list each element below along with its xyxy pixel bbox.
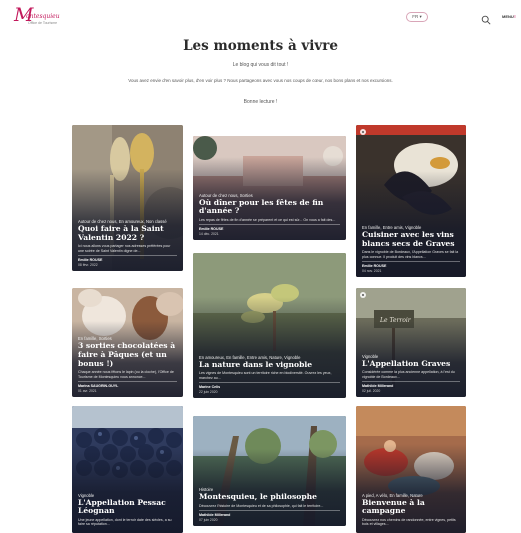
article-categories: En amoureux, En famille, Entre amis, Nat…	[199, 354, 301, 360]
article-categories: A pied, A vélo, En famille, Nature	[362, 492, 423, 498]
article-excerpt: Découvrez l'histoire de Montesquieu et d…	[199, 503, 324, 508]
article-card[interactable]: Histoire Montesquieu, le philosophe Déco…	[193, 416, 346, 526]
article-title[interactable]: L'Appellation Pessac Léognan	[78, 498, 177, 516]
article-date: 07 juin 2020	[199, 517, 218, 522]
site-logo[interactable]: M ontesquieu Office de Tourisme	[14, 4, 66, 29]
article-date: 14 déc. 2021	[199, 231, 219, 236]
intro-text: Vous avez envie d'en savoir plus, d'en v…	[128, 78, 393, 83]
menu-label: MENU	[502, 14, 514, 19]
language-selector[interactable]: FR ▾	[406, 12, 428, 22]
site-header: M ontesquieu Office de Tourisme FR ▾ MEN…	[0, 0, 521, 36]
menu-button[interactable]: MENU≡	[502, 12, 520, 22]
article-card[interactable]: Vignoble L'Appellation Pessac Léognan Un…	[72, 406, 183, 533]
article-categories: Vignoble	[78, 492, 95, 498]
article-excerpt: Dans le vignoble de Bordeaux, l'Appellat…	[362, 250, 459, 259]
article-excerpt: Les repas de fêtes de fin d'année se pré…	[199, 217, 336, 222]
article-title[interactable]: Où dîner pour les fêtes de fin d'année ?	[199, 198, 340, 216]
article-card[interactable]: Autour de chez nous, Sorties Où dîner po…	[193, 136, 346, 240]
article-card[interactable]: Le Terroir Vignoble L'Appellation Graves…	[356, 288, 466, 397]
article-title[interactable]: Bienvenue à la campagne	[362, 498, 460, 516]
article-title[interactable]: Montesquieu, le philosophe	[199, 493, 340, 502]
article-excerpt: Les vignes de Montesquieu sont un territ…	[199, 371, 332, 380]
greeting-text: Bonne lecture !	[243, 99, 278, 105]
article-title[interactable]: Cuisiner avec les vins blancs secs de Gr…	[362, 230, 460, 248]
article-card[interactable]: En amoureux, En famille, Entre amis, Nat…	[193, 253, 346, 398]
article-excerpt: Considérée comme la plus ancienne appell…	[362, 370, 455, 379]
article-title[interactable]: 3 sorties chocolatées à faire à Pâques (…	[78, 342, 177, 368]
article-categories: Autour de chez nous, Sorties	[199, 192, 253, 198]
article-excerpt: Découvrez nos chemins de randonnée, entr…	[362, 517, 456, 527]
article-title[interactable]: L'Appellation Graves	[362, 359, 460, 369]
article-excerpt: Chaque année nous fêtons le lapin (ou la…	[78, 370, 174, 379]
article-date: 02 juil. 2020	[362, 388, 381, 393]
article-excerpt: Ici nous allons vous partager nos adress…	[78, 244, 171, 253]
article-card[interactable]: A pied, A vélo, En famille, Nature Bienv…	[356, 406, 466, 533]
logo-name: ontesquieu	[26, 13, 60, 20]
article-title[interactable]: La nature dans le vignoble	[199, 360, 340, 370]
article-date: 22 juin 2020	[199, 389, 218, 394]
article-card[interactable]: Autour de chez nous, En amoureux, Non cl…	[72, 125, 183, 271]
article-excerpt: Une jeune appellation, dont le terroir d…	[78, 517, 172, 527]
article-card[interactable]: En famille, Sorties 3 sorties chocolatée…	[72, 288, 183, 397]
gallery-icon	[360, 292, 366, 298]
hamburger-icon: ≡	[513, 14, 517, 19]
article-date: 01 avr. 2021	[78, 388, 97, 393]
article-date: 08 févr. 2022	[78, 262, 98, 267]
page-subtitle: Le blog qui vous dit tout !	[232, 62, 289, 68]
logo-subtitle: Office de Tourisme	[28, 21, 58, 25]
article-title[interactable]: Quoi faire à la Saint Valentin 2022 ?	[78, 224, 177, 242]
search-icon[interactable]	[481, 12, 491, 25]
article-card[interactable]: En famille, Entre amis, Vignoble Cuisine…	[356, 125, 466, 277]
gallery-icon	[360, 129, 366, 135]
article-date: 04 nov. 2021	[362, 268, 382, 273]
page-title: Les moments à vivre	[183, 38, 338, 54]
article-categories: Vignoble	[362, 353, 379, 359]
